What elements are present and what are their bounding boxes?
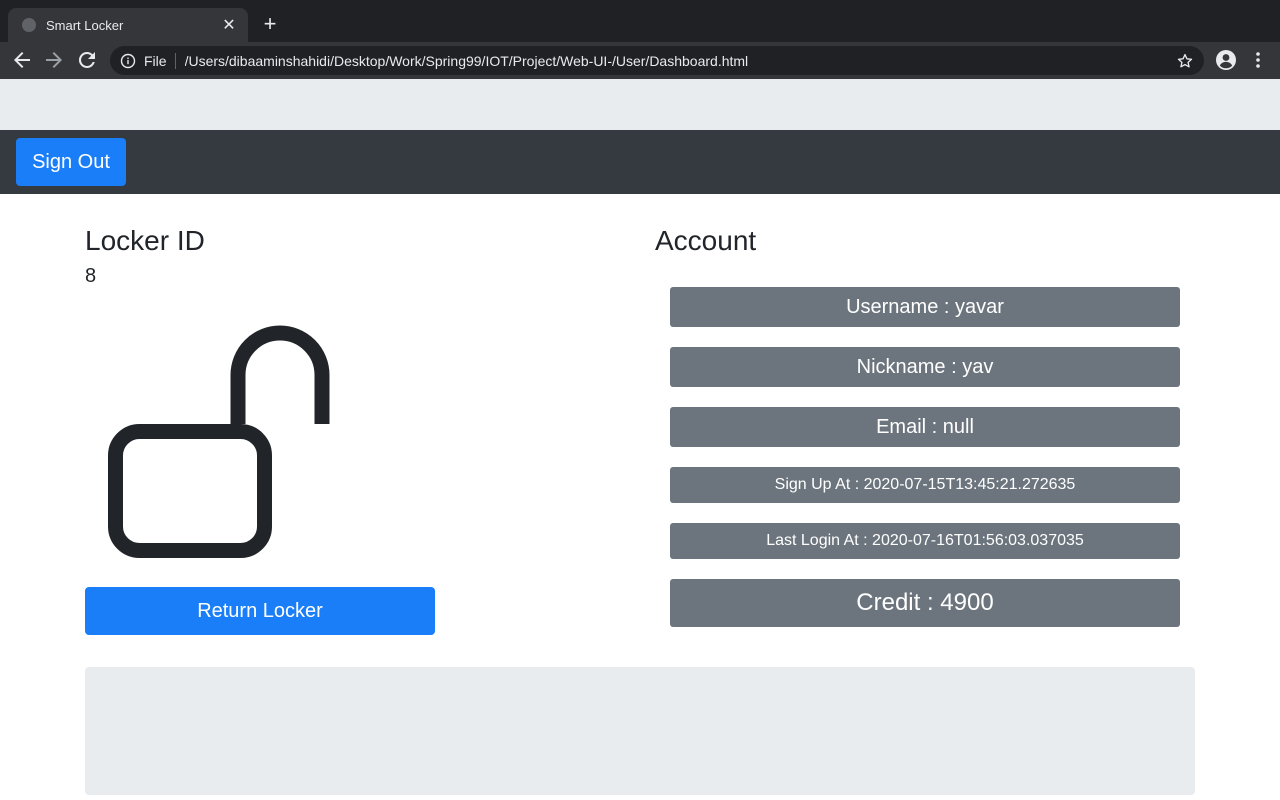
browser-toolbar: File /Users/dibaaminshahidi/Desktop/Work…: [0, 42, 1280, 79]
kebab-menu-icon[interactable]: [1248, 50, 1268, 70]
username-field: Username : yavar: [670, 287, 1180, 327]
browser-tab[interactable]: Smart Locker ✕: [8, 8, 248, 42]
tab-title: Smart Locker: [46, 17, 124, 33]
nickname-field: Nickname : yav: [670, 347, 1180, 387]
credit-field: Credit : 4900: [670, 579, 1180, 627]
page-header-band: [0, 79, 1280, 130]
locker-id-heading: Locker ID: [85, 225, 205, 256]
forward-arrow-icon[interactable]: [42, 48, 66, 72]
sign-out-button[interactable]: Sign Out: [16, 138, 126, 186]
last-login-at-field: Last Login At : 2020-07-16T01:56:03.0370…: [670, 523, 1180, 559]
locker-id-value: 8: [85, 265, 97, 287]
globe-icon: [22, 18, 36, 32]
address-bar[interactable]: File /Users/dibaaminshahidi/Desktop/Work…: [110, 46, 1204, 75]
unlocked-padlock-icon: [108, 325, 330, 558]
close-tab-icon[interactable]: ✕: [220, 15, 238, 35]
account-heading: Account: [655, 225, 757, 256]
navbar: Sign Out: [0, 130, 1280, 194]
info-icon[interactable]: [120, 53, 136, 69]
sign-up-at-field: Sign Up At : 2020-07-15T13:45:21.272635: [670, 467, 1180, 503]
browser-tab-bar: Smart Locker ✕ +: [0, 0, 1280, 42]
back-arrow-icon[interactable]: [10, 48, 34, 72]
bottom-panel: [85, 667, 1195, 795]
new-tab-button[interactable]: +: [258, 12, 282, 36]
star-icon[interactable]: [1176, 52, 1194, 70]
return-locker-button[interactable]: Return Locker: [85, 587, 435, 635]
address-scheme: File: [144, 52, 176, 69]
profile-icon[interactable]: [1215, 49, 1237, 71]
address-url[interactable]: /Users/dibaaminshahidi/Desktop/Work/Spri…: [185, 53, 1176, 69]
email-field: Email : null: [670, 407, 1180, 447]
reload-icon[interactable]: [75, 48, 99, 72]
